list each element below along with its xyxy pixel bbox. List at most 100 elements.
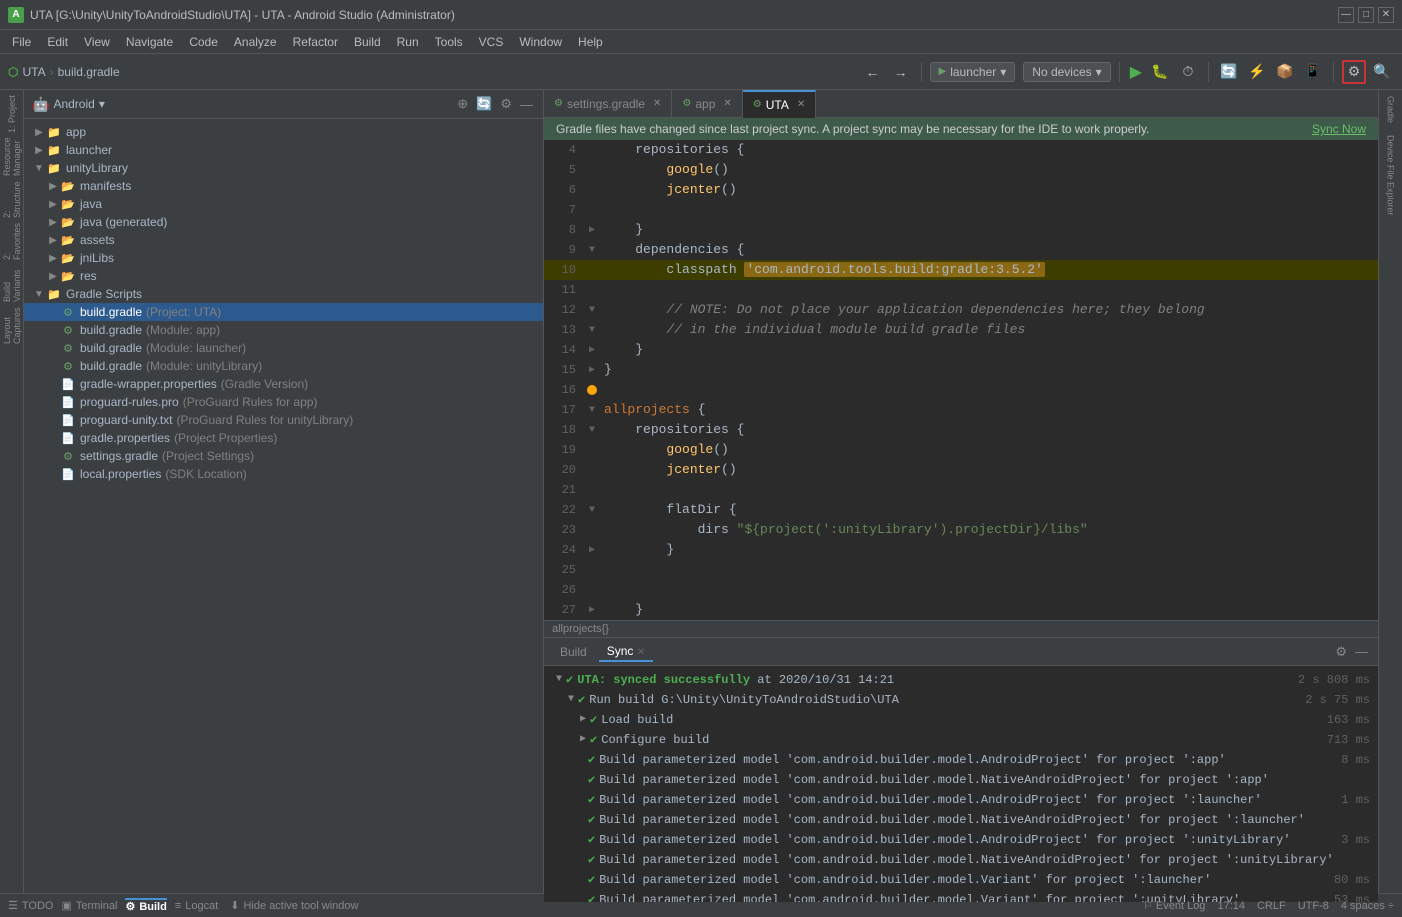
fold-btn-24[interactable]: ▶ xyxy=(589,544,595,556)
tree-item-local-properties[interactable]: ▶ 📄 local.properties (SDK Location) xyxy=(24,465,543,483)
tree-item-settings-gradle[interactable]: ▶ ⚙ settings.gradle (Project Settings) xyxy=(24,447,543,465)
tree-item-manifests[interactable]: ▶ 📂 manifests xyxy=(24,177,543,195)
tree-item-build-gradle-app[interactable]: ▶ ⚙ build.gradle (Module: app) xyxy=(24,321,543,339)
crlf-indicator[interactable]: CRLF xyxy=(1257,900,1286,912)
run-config-dropdown[interactable]: ▶ launcher ▾ xyxy=(930,62,1016,82)
tab-close-uta[interactable]: ✕ xyxy=(797,99,805,110)
terminal-button[interactable]: ▣ Terminal xyxy=(61,899,117,912)
fold-btn-9[interactable]: ▼ xyxy=(589,245,595,256)
fold-btn-13[interactable]: ▼ xyxy=(589,325,595,336)
breadcrumb-file[interactable]: build.gradle xyxy=(58,65,120,79)
menu-build[interactable]: Build xyxy=(346,33,389,51)
fold-btn-8[interactable]: ▶ xyxy=(589,224,595,236)
menu-navigate[interactable]: Navigate xyxy=(118,33,181,51)
event-log-button[interactable]: ⚐ Event Log xyxy=(1143,899,1205,912)
menu-run[interactable]: Run xyxy=(389,33,427,51)
minimize-button[interactable]: — xyxy=(1338,7,1354,23)
fold-btn-14[interactable]: ▶ xyxy=(589,344,595,356)
menu-tools[interactable]: Tools xyxy=(427,33,471,51)
build-expand-1[interactable]: ▼ xyxy=(556,671,562,689)
build-expand-3[interactable]: ▶ xyxy=(580,711,586,729)
add-config-button[interactable]: ⊕ xyxy=(455,94,470,114)
build-expand-4[interactable]: ▶ xyxy=(580,731,586,749)
sidebar-favorites-button[interactable]: 2: Favorites xyxy=(2,220,22,260)
back-button[interactable]: ← xyxy=(861,60,885,84)
fold-btn-15[interactable]: ▶ xyxy=(589,364,595,376)
tree-item-jnilibs[interactable]: ▶ 📂 jniLibs xyxy=(24,249,543,267)
breadcrumb-project[interactable]: UTA xyxy=(22,65,45,79)
menu-window[interactable]: Window xyxy=(511,33,570,51)
fold-btn-18[interactable]: ▼ xyxy=(589,425,595,436)
sidebar-project-button[interactable]: 1: Project xyxy=(2,94,22,134)
sync-button[interactable]: 🔄 xyxy=(1217,60,1241,84)
tree-item-gradle-properties[interactable]: ▶ 📄 gradle.properties (Project Propertie… xyxy=(24,429,543,447)
encoding-indicator[interactable]: UTF-8 xyxy=(1298,900,1329,912)
tree-item-res[interactable]: ▶ 📂 res xyxy=(24,267,543,285)
fold-btn-17[interactable]: ▼ xyxy=(589,405,595,416)
menu-help[interactable]: Help xyxy=(570,33,611,51)
tree-item-gradle-scripts[interactable]: ▼ 📁 Gradle Scripts xyxy=(24,285,543,303)
menu-view[interactable]: View xyxy=(76,33,118,51)
invalidate-button[interactable]: ⚡ xyxy=(1245,60,1269,84)
indent-indicator[interactable]: 4 spaces ÷ xyxy=(1341,900,1394,912)
tree-item-java[interactable]: ▶ 📂 java xyxy=(24,195,543,213)
tab-app[interactable]: ⚙ app ✕ xyxy=(672,90,742,118)
menu-refactor[interactable]: Refactor xyxy=(285,33,346,51)
tree-item-gradle-wrapper[interactable]: ▶ 📄 gradle-wrapper.properties (Gradle Ve… xyxy=(24,375,543,393)
tree-item-build-gradle-unity[interactable]: ▶ ⚙ build.gradle (Module: unityLibrary) xyxy=(24,357,543,375)
device-file-explorer-button[interactable]: Device File Explorer xyxy=(1386,129,1396,222)
tab-build[interactable]: Build xyxy=(552,643,595,661)
tab-uta[interactable]: ⚙ UTA ✕ xyxy=(743,90,816,118)
tree-item-assets[interactable]: ▶ 📂 assets xyxy=(24,231,543,249)
build-output[interactable]: ▼ ✔ UTA: synced successfully at 2020/10/… xyxy=(544,666,1378,902)
menu-vcs[interactable]: VCS xyxy=(471,33,512,51)
fold-btn-12[interactable]: ▼ xyxy=(589,305,595,316)
tab-sync[interactable]: Sync ✕ xyxy=(599,642,653,662)
todo-button[interactable]: ☰ TODO xyxy=(8,899,53,912)
run-button[interactable]: ▶ xyxy=(1128,60,1144,84)
sidebar-buildvariants-button[interactable]: Build Variants xyxy=(2,262,22,302)
tree-item-unitylibrary[interactable]: ▼ 📁 unityLibrary xyxy=(24,159,543,177)
menu-analyze[interactable]: Analyze xyxy=(226,33,285,51)
tree-item-app[interactable]: ▶ 📁 app xyxy=(24,123,543,141)
maximize-button[interactable]: □ xyxy=(1358,7,1374,23)
code-editor[interactable]: 4 repositories { 5 google() 6 jcenter() xyxy=(544,140,1378,620)
build-button[interactable]: ⚙ Build xyxy=(125,898,166,913)
avd-manager-button[interactable]: 📱 xyxy=(1301,60,1325,84)
tree-item-build-gradle-project[interactable]: ▶ ⚙ build.gradle (Project: UTA) xyxy=(24,303,543,321)
forward-button[interactable]: → xyxy=(889,60,913,84)
project-settings-button[interactable]: ⚙ xyxy=(498,94,514,114)
tree-item-build-gradle-launcher[interactable]: ▶ ⚙ build.gradle (Module: launcher) xyxy=(24,339,543,357)
sync-project-button[interactable]: 🔄 xyxy=(474,94,494,114)
android-dropdown-arrow[interactable]: ▾ xyxy=(99,97,105,111)
sdk-manager-button[interactable]: 📦 xyxy=(1273,60,1297,84)
search-everywhere-button[interactable]: 🔍 xyxy=(1370,60,1394,84)
sidebar-resource-button[interactable]: Resource Manager xyxy=(2,136,22,176)
fold-btn-27[interactable]: ▶ xyxy=(589,604,595,616)
device-dropdown[interactable]: No devices ▾ xyxy=(1023,62,1110,82)
close-button[interactable]: ✕ xyxy=(1378,7,1394,23)
tab-close-app[interactable]: ✕ xyxy=(723,98,731,109)
tab-sync-close[interactable]: ✕ xyxy=(637,647,645,658)
tab-close-settings[interactable]: ✕ xyxy=(653,98,661,109)
settings-button[interactable]: ⚙ xyxy=(1342,60,1366,84)
tree-item-proguard-unity[interactable]: ▶ 📄 proguard-unity.txt (ProGuard Rules f… xyxy=(24,411,543,429)
tree-item-proguard-rules[interactable]: ▶ 📄 proguard-rules.pro (ProGuard Rules f… xyxy=(24,393,543,411)
gradle-sidebar-button[interactable]: Gradle xyxy=(1386,90,1396,129)
tree-item-launcher[interactable]: ▶ 📁 launcher xyxy=(24,141,543,159)
tab-settings-gradle[interactable]: ⚙ settings.gradle ✕ xyxy=(544,90,672,118)
menu-edit[interactable]: Edit xyxy=(39,33,76,51)
logcat-button[interactable]: ≡ Logcat xyxy=(175,900,218,912)
bottom-minimize-button[interactable]: — xyxy=(1353,642,1370,662)
menu-file[interactable]: File xyxy=(4,33,39,51)
bottom-settings-button[interactable]: ⚙ xyxy=(1333,642,1349,662)
hide-window-button[interactable]: ⬇ Hide active tool window xyxy=(230,899,358,912)
sidebar-captures-button[interactable]: Layout Captures xyxy=(2,304,22,344)
profile-button[interactable]: ⏱ xyxy=(1176,60,1200,84)
minimize-panel-button[interactable]: — xyxy=(518,94,535,114)
fold-btn-22[interactable]: ▼ xyxy=(589,505,595,516)
sidebar-structure-button[interactable]: 2: Structure xyxy=(2,178,22,218)
debug-button[interactable]: 🐛 xyxy=(1148,60,1172,84)
tree-item-java-gen[interactable]: ▶ 📂 java (generated) xyxy=(24,213,543,231)
build-expand-2[interactable]: ▼ xyxy=(568,691,574,709)
